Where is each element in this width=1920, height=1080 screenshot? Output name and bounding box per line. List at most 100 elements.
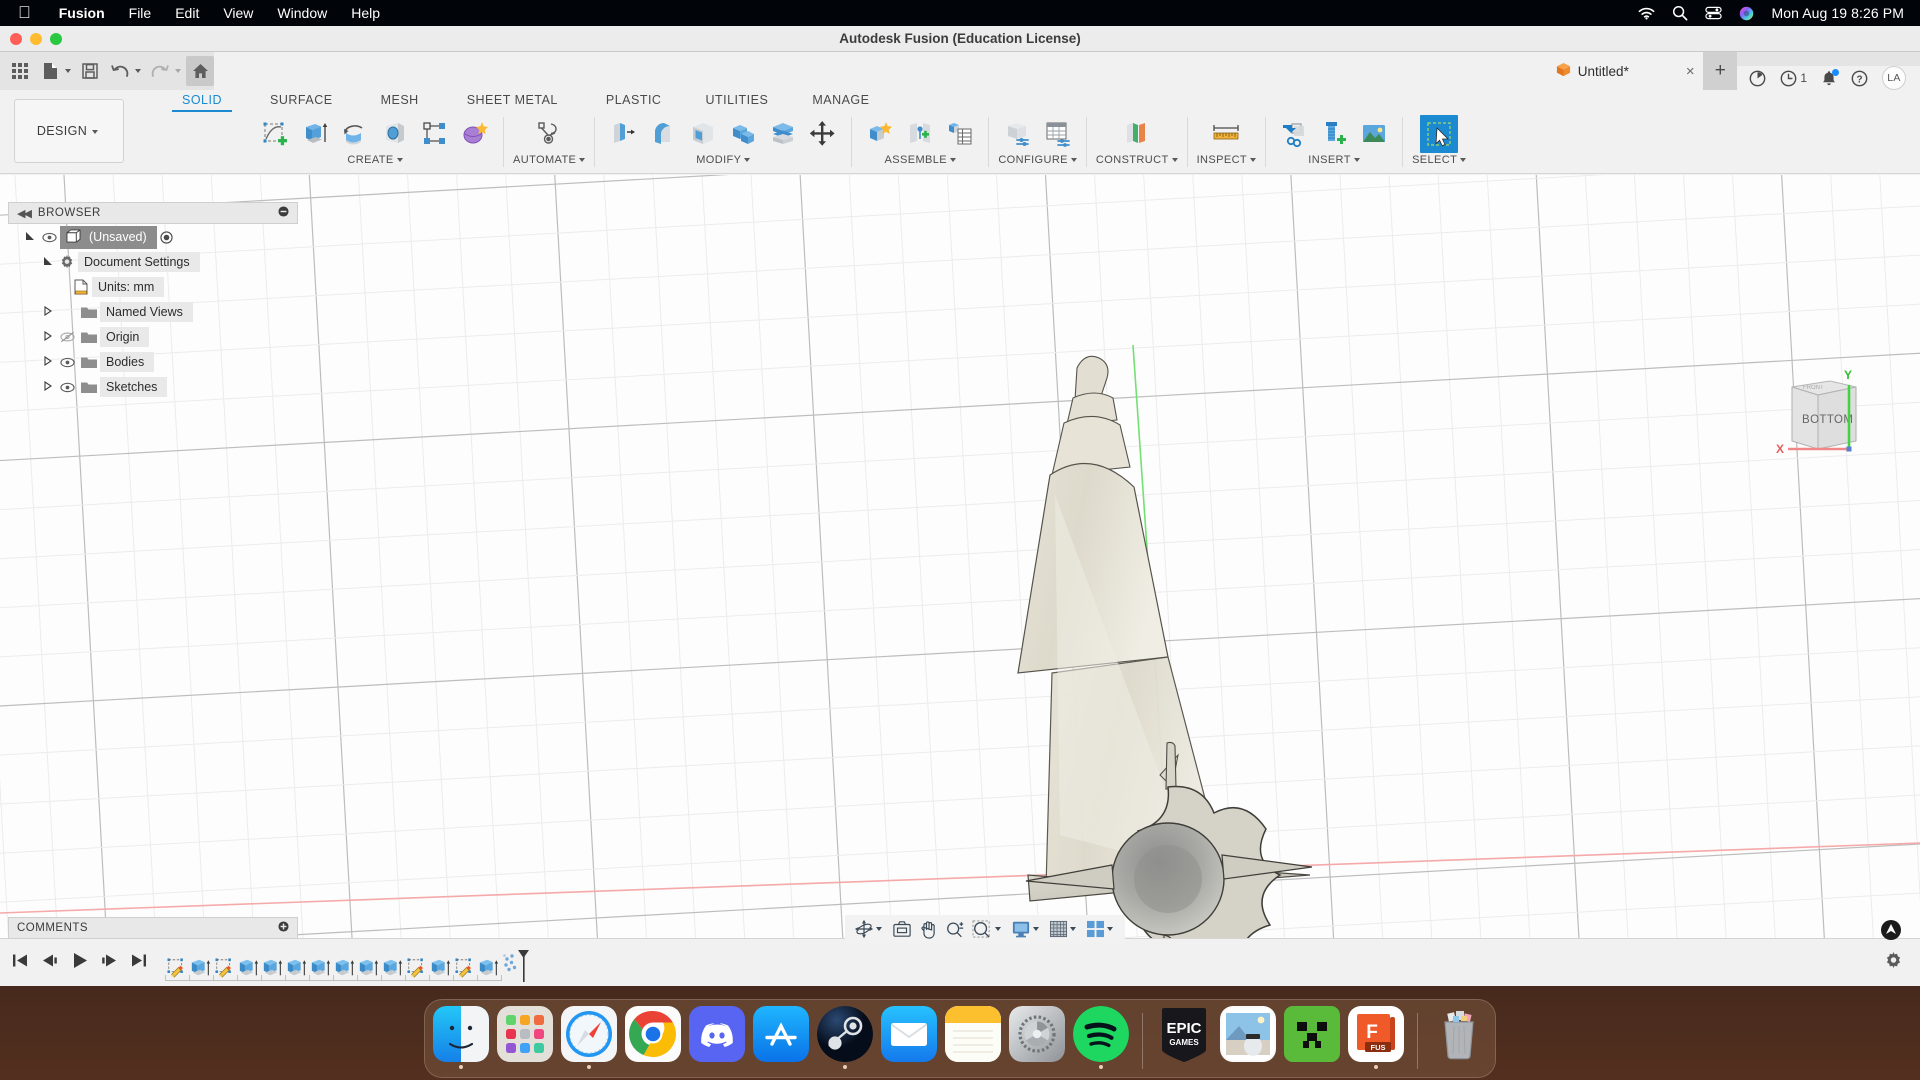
move-copy-icon[interactable] xyxy=(804,115,842,153)
combine-icon[interactable] xyxy=(724,115,762,153)
home-button[interactable] xyxy=(186,56,214,86)
recent-documents-icon[interactable]: 1 xyxy=(1780,70,1807,87)
tab-sheet-metal[interactable]: SHEET METAL xyxy=(457,90,568,112)
chevron-down-icon[interactable] xyxy=(1070,927,1076,931)
tab-mesh[interactable]: MESH xyxy=(371,90,429,112)
sweep-icon[interactable] xyxy=(376,115,414,153)
collapsed-triangle-icon[interactable] xyxy=(40,380,56,394)
menu-item-file[interactable]: File xyxy=(117,5,164,21)
insert-mcmaster-icon[interactable] xyxy=(1315,115,1353,153)
tab-manage[interactable]: MANAGE xyxy=(802,90,879,112)
wifi-icon[interactable] xyxy=(1638,7,1655,20)
safari-icon[interactable] xyxy=(561,1006,617,1062)
tab-solid[interactable]: SOLID xyxy=(172,90,233,112)
timeline-item-extrude[interactable] xyxy=(333,953,357,983)
new-tab-button[interactable]: + xyxy=(1703,52,1738,90)
dock-item-mail[interactable] xyxy=(881,1006,937,1069)
browser-node-origin[interactable]: Origin xyxy=(8,325,298,349)
menu-item-window[interactable]: Window xyxy=(265,5,339,21)
joint-icon[interactable] xyxy=(901,115,939,153)
timeline-item-extrude[interactable] xyxy=(189,953,213,983)
finder-icon[interactable] xyxy=(433,1006,489,1062)
chevron-down-icon[interactable] xyxy=(65,69,71,73)
dock-item-app-store[interactable] xyxy=(753,1006,809,1069)
tab-surface[interactable]: SURFACE xyxy=(260,90,343,112)
revolve-icon[interactable] xyxy=(336,115,374,153)
menu-item-fusion[interactable]: Fusion xyxy=(47,5,117,21)
pattern-icon[interactable] xyxy=(416,115,454,153)
offset-face-icon[interactable] xyxy=(764,115,802,153)
view-cube-box[interactable]: BOTTOM FRONT xyxy=(1791,380,1857,450)
chevron-down-icon[interactable] xyxy=(995,927,1001,931)
chevron-down-icon[interactable] xyxy=(579,158,586,162)
visibility-eye-icon[interactable] xyxy=(38,232,60,243)
bom-icon[interactable] xyxy=(941,115,979,153)
chevron-down-icon[interactable] xyxy=(876,927,882,931)
chevron-down-icon[interactable] xyxy=(1250,158,1257,162)
chevron-down-icon[interactable] xyxy=(1070,158,1077,162)
dock-item-fusion[interactable]: F FUS xyxy=(1348,1006,1404,1069)
timeline-item-extrude[interactable] xyxy=(309,953,333,983)
apple-logo-icon[interactable]:  xyxy=(0,4,47,21)
dock-item-launchpad[interactable] xyxy=(497,1006,553,1069)
timeline-item-sketch[interactable] xyxy=(165,953,189,983)
expand-triangle-icon[interactable] xyxy=(40,256,56,269)
dock-item-trash[interactable] xyxy=(1431,1006,1487,1069)
timeline-item-extrude[interactable] xyxy=(381,953,405,983)
dock-item-safari[interactable] xyxy=(561,1006,617,1069)
chevron-down-icon[interactable] xyxy=(1353,158,1360,162)
timeline-item-extrude[interactable] xyxy=(285,953,309,983)
timeline-item-extrude[interactable] xyxy=(429,953,453,983)
chevron-down-icon[interactable] xyxy=(1107,927,1113,931)
visibility-eye-icon[interactable] xyxy=(56,382,78,393)
redo-button[interactable] xyxy=(146,56,174,86)
derive-icon[interactable] xyxy=(1275,115,1313,153)
expand-triangle-icon[interactable] xyxy=(22,231,38,244)
help-icon[interactable]: ? xyxy=(1851,70,1868,87)
timeline-item-sketch[interactable] xyxy=(213,953,237,983)
dock-item-preview[interactable] xyxy=(1220,1006,1276,1069)
mail-icon[interactable] xyxy=(881,1006,937,1062)
minecraft-creeper-icon[interactable] xyxy=(1284,1006,1340,1062)
skip-start-icon[interactable] xyxy=(12,953,28,973)
comments-panel[interactable]: COMMENTS xyxy=(8,917,298,939)
configuration-table-icon[interactable] xyxy=(1039,115,1077,153)
view-cube[interactable]: BOTTOM FRONT X Y xyxy=(1770,365,1880,460)
undo-button[interactable] xyxy=(106,56,134,86)
create-sketch-icon[interactable] xyxy=(256,115,294,153)
orbit-button[interactable] xyxy=(851,916,888,942)
form-icon[interactable] xyxy=(456,115,494,153)
menu-item-edit[interactable]: Edit xyxy=(163,5,211,21)
timeline-item-sketch[interactable] xyxy=(453,953,477,983)
minus-circle-icon[interactable] xyxy=(278,206,289,220)
dock-item-discord[interactable] xyxy=(689,1006,745,1069)
collapsed-triangle-icon[interactable] xyxy=(40,355,56,369)
fillet-icon[interactable] xyxy=(644,115,682,153)
menu-item-view[interactable]: View xyxy=(211,5,265,21)
dock-item-steam[interactable] xyxy=(817,1006,873,1069)
browser-node-document-settings[interactable]: Document Settings xyxy=(8,250,298,274)
press-pull-icon[interactable] xyxy=(604,115,642,153)
chevron-down-icon[interactable] xyxy=(396,158,403,162)
timeline-item-extrude[interactable] xyxy=(237,953,261,983)
step-forward-icon[interactable] xyxy=(101,953,118,973)
dock-item-minecraft[interactable] xyxy=(1284,1006,1340,1069)
skip-end-icon[interactable] xyxy=(131,953,147,973)
grid-snaps-button[interactable] xyxy=(1046,916,1082,942)
epic-games-icon[interactable]: EPIC GAMES xyxy=(1156,1006,1212,1062)
chevron-down-icon[interactable] xyxy=(744,158,751,162)
look-at-button[interactable] xyxy=(889,916,915,942)
fit-button[interactable] xyxy=(969,916,1007,942)
step-back-icon[interactable] xyxy=(41,953,58,973)
chevron-down-icon[interactable] xyxy=(1171,158,1178,162)
maximize-window-button[interactable] xyxy=(50,33,62,45)
timeline-item-extrude[interactable] xyxy=(477,953,501,983)
tab-plastic[interactable]: PLASTIC xyxy=(596,90,672,112)
save-button[interactable] xyxy=(76,56,104,86)
browser-node-units[interactable]: Units: mm xyxy=(8,275,298,299)
timeline-item-sketch[interactable] xyxy=(405,953,429,983)
pan-button[interactable] xyxy=(916,916,941,942)
chevron-down-icon[interactable] xyxy=(175,69,181,73)
insert-canvas-icon[interactable] xyxy=(1355,115,1393,153)
spotify-icon[interactable] xyxy=(1073,1006,1129,1062)
